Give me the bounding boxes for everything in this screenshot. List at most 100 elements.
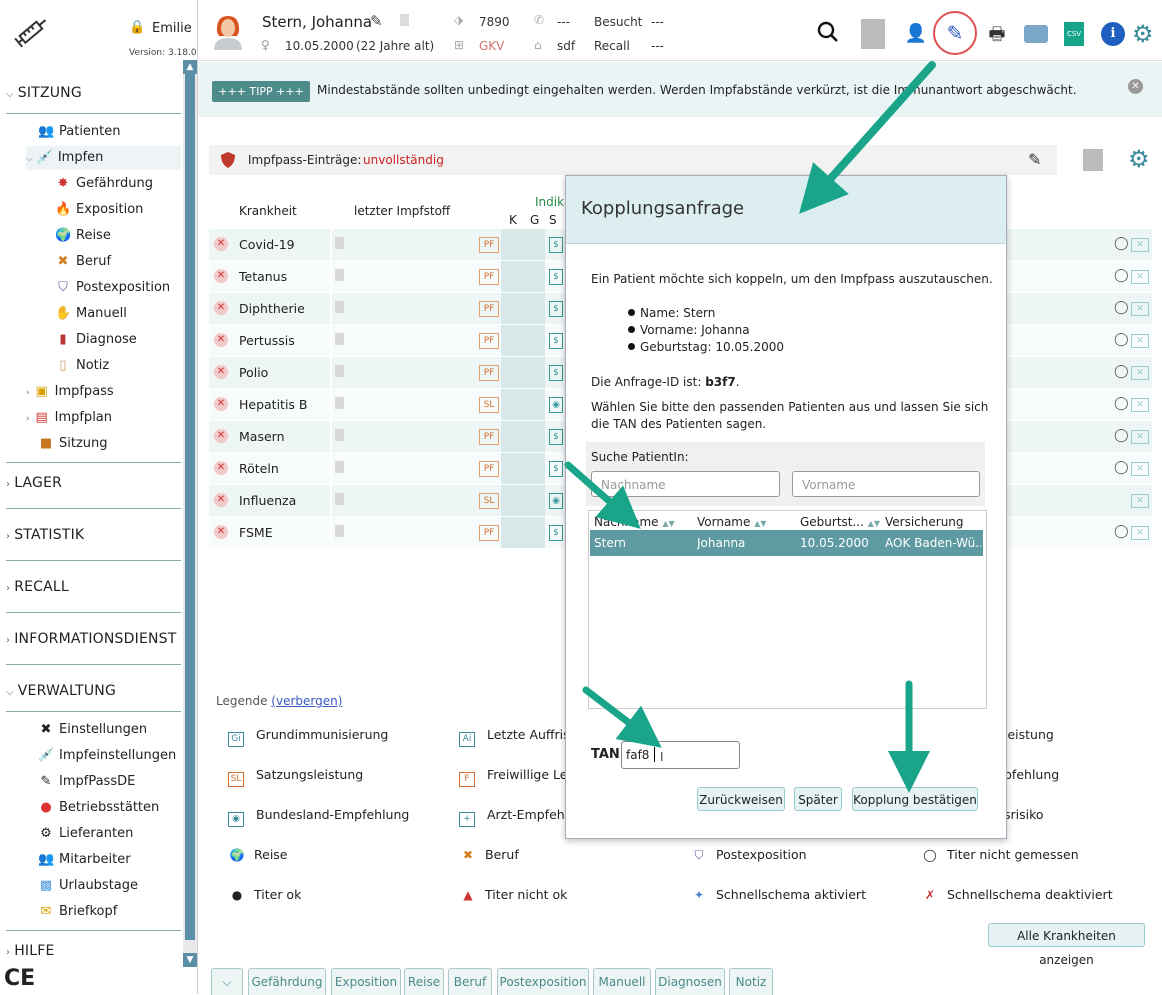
edit-patient-icon[interactable]: ✎ <box>370 12 383 30</box>
tab-notiz[interactable]: Notiz <box>729 968 773 995</box>
settings-gear-icon[interactable]: ⚙ <box>1128 145 1150 173</box>
syringe-s-icon[interactable]: $ <box>549 461 563 477</box>
delete-icon[interactable]: ✕ <box>1131 366 1149 380</box>
sidebar-item-briefkopf[interactable]: ✉ Briefkopf <box>38 900 118 924</box>
drop-outline-icon[interactable]: ◯ <box>1114 236 1129 251</box>
legend-toggle-link[interactable]: (verbergen) <box>271 694 342 708</box>
syringe-s-icon[interactable]: $ <box>549 525 563 541</box>
drop-outline-icon[interactable]: ◯ <box>1114 364 1129 379</box>
tan-input[interactable]: faf8 I <box>621 741 740 769</box>
delete-icon[interactable]: ✕ <box>1131 494 1149 508</box>
sidebar-item-beruf[interactable]: ✖ Beruf <box>55 250 112 274</box>
delete-icon[interactable]: ✕ <box>1131 334 1149 348</box>
sidebar-item-lieferanten[interactable]: ⚙ Lieferanten <box>38 822 133 846</box>
tab-gefaehrdung[interactable]: Gefährdung <box>248 968 326 995</box>
tab-exposition[interactable]: Exposition <box>331 968 401 995</box>
section-hilfe[interactable]: › HILFE <box>6 943 55 959</box>
drop-outline-icon[interactable]: ◯ <box>1114 428 1129 443</box>
section-statistik[interactable]: › STATISTIK <box>6 527 84 543</box>
delete-icon[interactable]: ✕ <box>1131 302 1149 316</box>
show-all-diseases-button[interactable]: Alle Krankheiten anzeigen <box>988 923 1145 967</box>
sidebar-item-gefaehrdung[interactable]: ✸ Gefährdung <box>55 172 153 196</box>
sidebar-item-impfeinstellungen[interactable]: 💉 Impfeinstellungen <box>38 744 176 768</box>
tab-diagnosen[interactable]: Diagnosen <box>655 968 725 995</box>
drop-outline-icon[interactable]: ◯ <box>1114 460 1129 475</box>
vaccine-badge[interactable]: SL <box>479 493 499 509</box>
camera-icon[interactable] <box>1024 25 1048 43</box>
vorname-input[interactable]: Vorname <box>792 471 980 497</box>
sidebar-item-impfen[interactable]: ⌵ 💉 Impfen <box>26 146 181 170</box>
delete-icon[interactable]: ✕ <box>1131 270 1149 284</box>
vaccine-badge[interactable]: PF <box>479 237 499 253</box>
col-vorname[interactable]: Vorname ▲▼ <box>697 515 767 529</box>
delete-icon[interactable]: ✕ <box>1131 462 1149 476</box>
vaccine-badge[interactable]: PF <box>479 429 499 445</box>
sidebar-item-diagnose[interactable]: ▮ Diagnose <box>55 328 136 352</box>
tab-beruf[interactable]: Beruf <box>448 968 492 995</box>
syringe-s-icon[interactable]: $ <box>549 301 563 317</box>
sidebar-item-sitzung[interactable]: ■ Sitzung <box>38 432 108 456</box>
sidebar-item-exposition[interactable]: 🔥 Exposition <box>55 198 143 222</box>
syringe-s-icon[interactable]: $ <box>549 269 563 285</box>
sidebar-item-reise[interactable]: 🌍 Reise <box>55 224 111 248</box>
sidebar-item-urlaubstage[interactable]: ▩ Urlaubstage <box>38 874 138 898</box>
vaccine-badge[interactable]: SL <box>479 397 499 413</box>
note-icon[interactable] <box>400 14 409 26</box>
print-icon[interactable]: 🖶 <box>984 22 1010 48</box>
tabs-collapse-icon[interactable]: ⌵ <box>211 968 243 995</box>
vaccine-badge[interactable]: PF <box>479 269 499 285</box>
col-nachname[interactable]: Nachname ▲▼ <box>594 515 675 529</box>
close-icon[interactable]: ✕ <box>1128 79 1143 94</box>
delete-icon[interactable]: ✕ <box>1131 526 1149 540</box>
sidebar-item-mitarbeiter[interactable]: 👥 Mitarbeiter <box>38 848 131 872</box>
sidebar-item-patienten[interactable]: 👥 Patienten <box>38 120 121 144</box>
section-lager[interactable]: › LAGER <box>6 475 62 491</box>
globe-icon[interactable]: ◉ <box>549 397 563 413</box>
vaccine-badge[interactable]: PF <box>479 333 499 349</box>
section-verwaltung[interactable]: ⌵ VERWALTUNG <box>6 683 116 699</box>
drop-outline-icon[interactable]: ◯ <box>1114 524 1129 539</box>
info-icon[interactable]: i <box>1101 22 1125 46</box>
section-informationsdienst[interactable]: › INFORMATIONSDIENST <box>6 631 177 647</box>
edit-icon[interactable]: ✎ <box>1028 150 1041 169</box>
tab-manuell[interactable]: Manuell <box>593 968 651 995</box>
tab-postexposition[interactable]: Postexposition <box>497 968 589 995</box>
col-geburtstag[interactable]: Geburtst... ▲▼ <box>800 515 880 529</box>
add-entry-icon[interactable] <box>1083 149 1103 171</box>
table-row[interactable]: Stern Johanna 10.05.2000 AOK Baden-Wü... <box>590 530 983 556</box>
delete-icon[interactable]: ✕ <box>1131 430 1149 444</box>
sidebar-item-postexposition[interactable]: ⛉ Postexposition <box>55 276 170 300</box>
sidebar-item-impfplan[interactable]: › ▤ Impfplan <box>26 406 112 430</box>
vaccine-badge[interactable]: PF <box>479 301 499 317</box>
sidebar-item-betriebsstaetten[interactable]: ● Betriebsstätten <box>38 796 159 820</box>
vaccine-badge[interactable]: PF <box>479 525 499 541</box>
confirm-coupling-button[interactable]: Kopplung bestätigen <box>852 787 978 811</box>
syringe-s-icon[interactable]: $ <box>549 237 563 253</box>
sidebar-item-notiz[interactable]: ▯ Notiz <box>55 354 109 378</box>
vaccine-badge[interactable]: PF <box>479 461 499 477</box>
delete-icon[interactable]: ✕ <box>1131 398 1149 412</box>
gear-icon[interactable]: ⚙ <box>1132 20 1154 48</box>
sidebar-item-manuell[interactable]: ✋ Manuell <box>55 302 127 326</box>
sidebar-item-impfpassde[interactable]: ✎ ImpfPassDE <box>38 770 136 794</box>
search-icon[interactable] <box>815 21 841 47</box>
syringe-s-icon[interactable]: $ <box>549 333 563 349</box>
reject-button[interactable]: Zurückweisen <box>697 787 785 811</box>
nachname-input[interactable]: Nachname <box>591 471 780 497</box>
sidebar-item-impfpass[interactable]: › ▣ Impfpass <box>26 380 114 404</box>
scroll-down-icon[interactable]: ▼ <box>183 953 197 967</box>
drop-outline-icon[interactable]: ◯ <box>1114 268 1129 283</box>
vaccine-badge[interactable]: PF <box>479 365 499 381</box>
impfpass-de-icon[interactable]: ✎ <box>942 20 968 46</box>
csv-icon[interactable]: CSV <box>1064 22 1084 46</box>
section-sitzung[interactable]: ⌵ SITZUNG <box>6 85 82 101</box>
globe-icon[interactable]: ◉ <box>549 493 563 509</box>
archive-icon[interactable] <box>861 19 885 49</box>
section-recall[interactable]: › RECALL <box>6 579 69 595</box>
drop-outline-icon[interactable]: ◯ <box>1114 396 1129 411</box>
tab-reise[interactable]: Reise <box>404 968 444 995</box>
syringe-s-icon[interactable]: $ <box>549 429 563 445</box>
scroll-up-icon[interactable]: ▲ <box>183 60 197 74</box>
sidebar-scroll-thumb[interactable] <box>185 74 195 940</box>
later-button[interactable]: Später <box>794 787 842 811</box>
